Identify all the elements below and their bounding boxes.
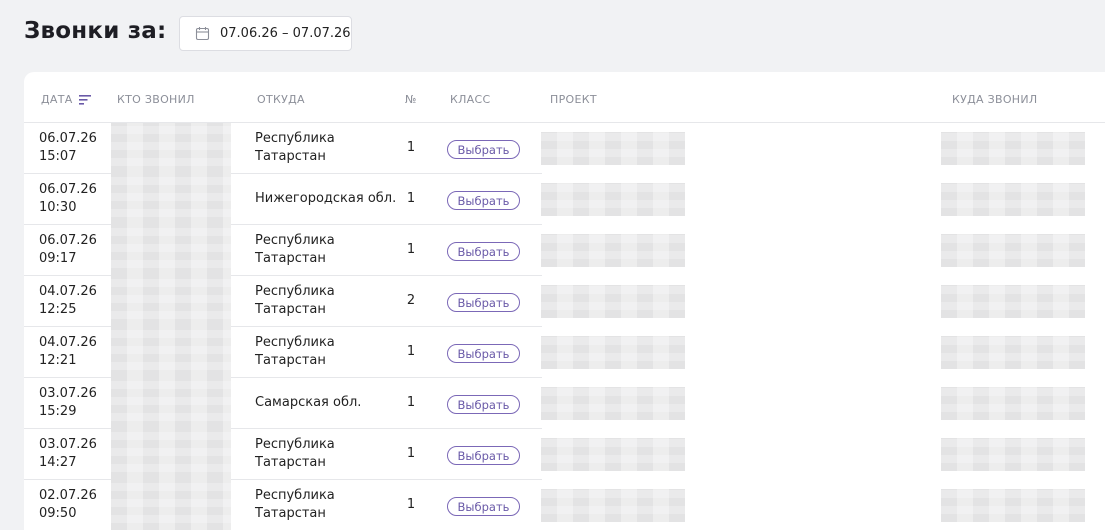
column-header-caller: КТО ЗВОНИЛ: [117, 93, 195, 106]
cell-num: 1: [406, 395, 416, 410]
date-range-picker[interactable]: 07.06.26 – 07.07.26: [179, 16, 352, 51]
choose-class-button[interactable]: Выбрать: [447, 140, 520, 159]
cell-caller-redacted: [111, 429, 231, 480]
cell-destination-redacted: [941, 183, 1085, 216]
choose-class-button[interactable]: Выбрать: [447, 191, 520, 210]
table-row[interactable]: 06.07.26 15:07 Республика Татарстан 1 Выбрат…: [24, 123, 1085, 174]
cell-num: 1: [406, 446, 416, 461]
cell-date-time: 09:17: [39, 251, 77, 266]
cell-date-time: 15:07: [39, 149, 77, 164]
column-header-region: ОТКУДА: [257, 93, 305, 106]
column-header-class: КЛАСС: [450, 93, 491, 106]
table-header: ДАТА КТО ЗВОНИЛ ОТКУДА № КЛАСС ПРОЕКТ КУ…: [24, 72, 1105, 123]
table-row[interactable]: 06.07.26 10:30 Нижегородская обл. 1 Выбрать: [24, 174, 1085, 225]
cell-caller-redacted: [111, 327, 231, 378]
cell-caller-redacted: [111, 378, 231, 429]
cell-caller-redacted: [111, 174, 231, 225]
column-header-date[interactable]: ДАТА: [41, 93, 91, 106]
cell-caller-redacted: [111, 123, 231, 174]
cell-caller-redacted: [111, 480, 231, 530]
cell-date: 04.07.26 12:25: [39, 283, 119, 319]
cell-date-day: 03.07.26: [39, 437, 97, 452]
choose-class-button[interactable]: Выбрать: [447, 497, 520, 516]
column-header-date-label: ДАТА: [41, 93, 73, 106]
choose-class-button[interactable]: Выбрать: [447, 242, 520, 261]
choose-class-button[interactable]: Выбрать: [447, 395, 520, 414]
cell-date-time: 09:50: [39, 506, 77, 521]
cell-region: Республика Татарстан: [255, 335, 335, 368]
cell-date: 03.07.26 15:29: [39, 385, 119, 421]
cell-project-redacted: [541, 132, 685, 165]
cell-num: 1: [406, 344, 416, 359]
calendar-icon: [195, 26, 210, 41]
cell-date-day: 06.07.26: [39, 182, 97, 197]
cell-destination-redacted: [941, 489, 1085, 522]
cell-region: Республика Татарстан: [255, 437, 335, 470]
cell-region: Самарская обл.: [255, 395, 362, 410]
table-row[interactable]: 04.07.26 12:21 Республика Татарстан 1 Выбрат…: [24, 327, 1085, 378]
cell-date: 03.07.26 14:27: [39, 436, 119, 472]
cell-region: Республика Татарстан: [255, 131, 335, 164]
cell-num: 1: [406, 242, 416, 257]
cell-num: 1: [406, 497, 416, 512]
cell-date-time: 10:30: [39, 200, 77, 215]
cell-destination-redacted: [941, 132, 1085, 165]
cell-destination-redacted: [941, 285, 1085, 318]
page-title: Звонки за:: [24, 18, 167, 44]
cell-caller-redacted: [111, 276, 231, 327]
cell-date: 02.07.26 09:50: [39, 487, 119, 523]
cell-date-day: 03.07.26: [39, 386, 97, 401]
sort-icon[interactable]: [78, 94, 91, 105]
table-row[interactable]: 04.07.26 12:25 Республика Татарстан 2 Выбрат…: [24, 276, 1085, 327]
cell-date-time: 12:25: [39, 302, 77, 317]
cell-date-time: 15:29: [39, 404, 77, 419]
cell-caller-redacted: [111, 225, 231, 276]
cell-destination-redacted: [941, 387, 1085, 420]
cell-date-day: 04.07.26: [39, 335, 97, 350]
cell-region: Республика Татарстан: [255, 488, 335, 521]
table-row[interactable]: 02.07.26 09:50 Республика Татарстан 1 Выбрат…: [24, 480, 1085, 530]
cell-date-day: 02.07.26: [39, 488, 97, 503]
cell-project-redacted: [541, 183, 685, 216]
cell-num: 1: [406, 140, 416, 155]
cell-date: 04.07.26 12:21: [39, 334, 119, 370]
cell-project-redacted: [541, 438, 685, 471]
choose-class-button[interactable]: Выбрать: [447, 293, 520, 312]
cell-project-redacted: [541, 387, 685, 420]
cell-project-redacted: [541, 285, 685, 318]
column-header-project: ПРОЕКТ: [550, 93, 597, 106]
cell-date: 06.07.26 09:17: [39, 232, 119, 268]
calls-table: ДАТА КТО ЗВОНИЛ ОТКУДА № КЛАСС ПРОЕКТ КУ…: [24, 72, 1105, 530]
table-row[interactable]: 03.07.26 15:29 Самарская обл. 1 Выбрать: [24, 378, 1085, 429]
cell-region: Республика Татарстан: [255, 233, 335, 266]
cell-date-day: 04.07.26: [39, 284, 97, 299]
cell-date: 06.07.26 10:30: [39, 181, 119, 217]
cell-region: Нижегородская обл.: [255, 191, 397, 206]
cell-num: 2: [406, 293, 416, 308]
column-header-num: №: [405, 93, 417, 106]
table-row[interactable]: 06.07.26 09:17 Республика Татарстан 1 Выбрат…: [24, 225, 1085, 276]
column-header-destination: КУДА ЗВОНИЛ: [952, 93, 1038, 106]
cell-date-day: 06.07.26: [39, 233, 97, 248]
cell-date-day: 06.07.26: [39, 131, 97, 146]
cell-destination-redacted: [941, 438, 1085, 471]
cell-project-redacted: [541, 489, 685, 522]
cell-date: 06.07.26 15:07: [39, 130, 119, 166]
table-row[interactable]: 03.07.26 14:27 Республика Татарстан 1 Выбрат…: [24, 429, 1085, 480]
cell-project-redacted: [541, 234, 685, 267]
cell-destination-redacted: [941, 234, 1085, 267]
cell-num: 1: [406, 191, 416, 206]
choose-class-button[interactable]: Выбрать: [447, 446, 520, 465]
date-range-value: 07.06.26 – 07.07.26: [220, 26, 351, 41]
cell-region: Республика Татарстан: [255, 284, 335, 317]
cell-project-redacted: [541, 336, 685, 369]
cell-destination-redacted: [941, 336, 1085, 369]
cell-date-time: 14:27: [39, 455, 77, 470]
cell-date-time: 12:21: [39, 353, 77, 368]
choose-class-button[interactable]: Выбрать: [447, 344, 520, 363]
